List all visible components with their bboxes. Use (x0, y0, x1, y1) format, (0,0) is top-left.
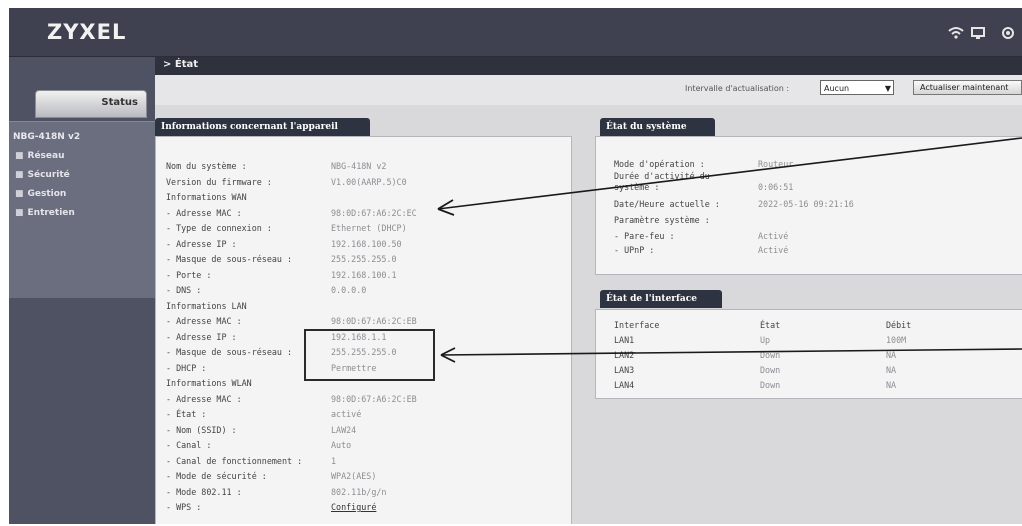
arrow-line-wan (437, 137, 1022, 210)
arrow-line-lan (440, 348, 1022, 356)
annotation-arrows (437, 137, 1022, 363)
router-web-ui: ZYXEL Status NBG-418N v2 ■ Réseau ■ Sécuri… (9, 8, 1022, 524)
